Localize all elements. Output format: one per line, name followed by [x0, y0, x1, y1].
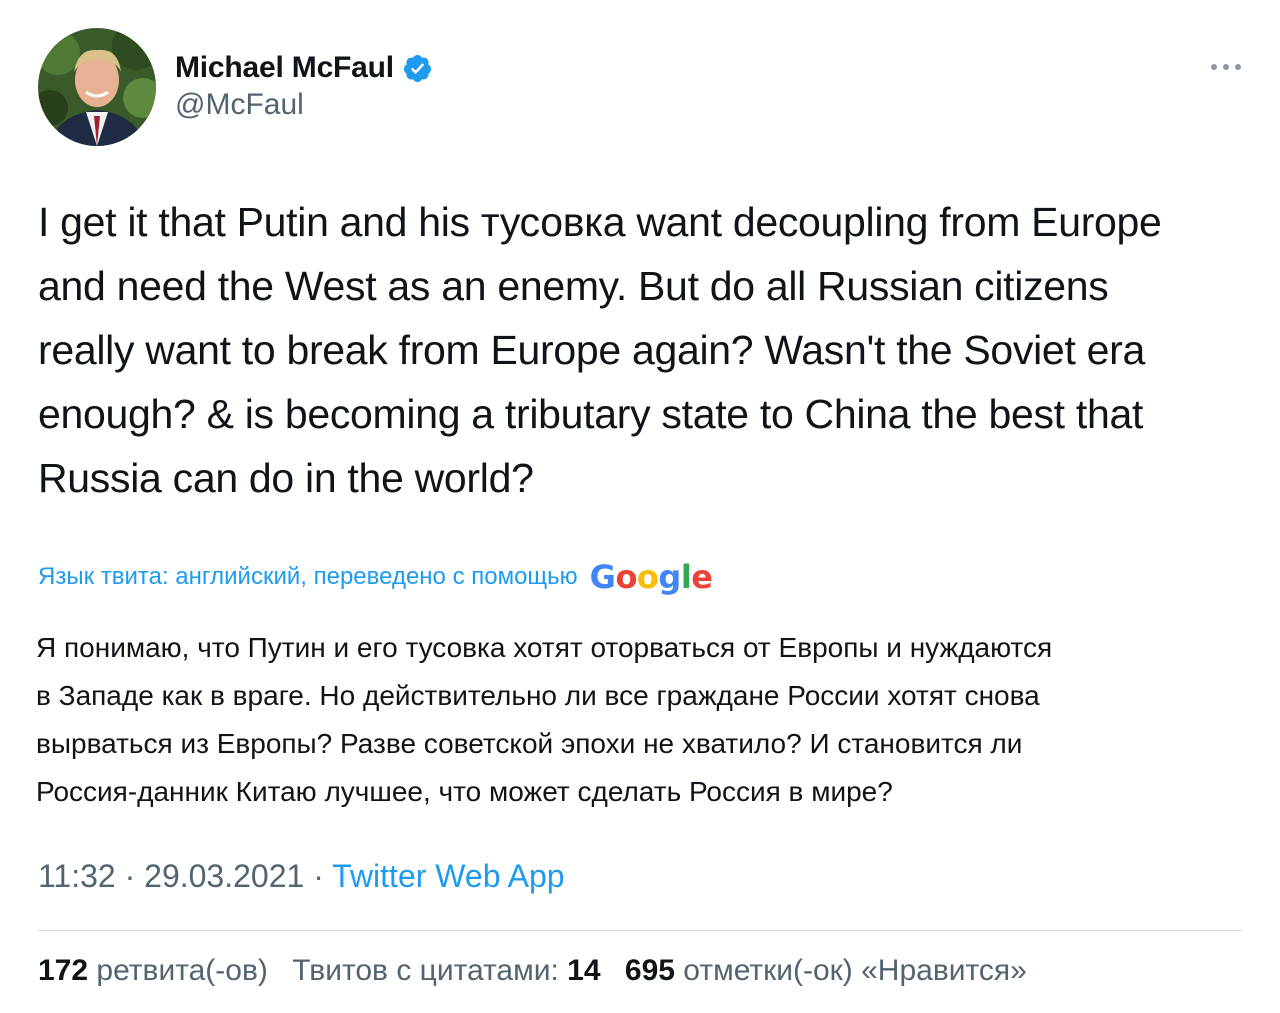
tweet-text-line: Russia can do in the world?	[38, 455, 534, 501]
more-options-button[interactable]	[1208, 54, 1244, 80]
avatar-photo	[38, 28, 156, 146]
author-name-row[interactable]: Michael McFaul	[175, 48, 433, 88]
translated-text-line: Россия-данник Китаю лучшее, что может сд…	[36, 776, 893, 807]
likes-stat[interactable]: 695 отметки(-ок) «Нравится»	[625, 954, 1027, 987]
translated-text-line: вырваться из Европы? Разве советской эпо…	[36, 728, 1023, 759]
tweet-date[interactable]: 29.03.2021	[144, 858, 304, 894]
translated-text-line: Я понимаю, что Путин и его тусовка хотят…	[36, 632, 1053, 663]
tweet-source-link[interactable]: Twitter Web App	[332, 858, 564, 894]
retweets-count: 172	[38, 954, 89, 987]
tweet-text-line: and need the West as an enemy. But do al…	[38, 263, 1109, 309]
tweet-text-line: enough? & is becoming a tributary state …	[38, 391, 1144, 437]
tweet-meta: 11:32 · 29.03.2021 · Twitter Web App	[38, 858, 565, 895]
quotes-stat[interactable]: Твитов с цитатами: 14	[292, 954, 600, 987]
retweets-label: ретвита(-ов)	[96, 954, 268, 987]
author-display-name[interactable]: Michael McFaul	[175, 51, 394, 85]
quotes-label: Твитов с цитатами:	[292, 954, 559, 987]
translated-text: Я понимаю, что Путин и его тусовка хотят…	[36, 624, 1256, 816]
tweet-time[interactable]: 11:32	[38, 858, 116, 894]
avatar[interactable]	[38, 28, 156, 146]
meta-separator: ·	[115, 858, 145, 894]
likes-label: отметки(-ок) «Нравится»	[683, 954, 1027, 987]
likes-count: 695	[624, 954, 675, 987]
translation-info-link[interactable]: Язык твита: английский, переведено с пом…	[38, 563, 578, 591]
google-logo: Google	[589, 558, 713, 596]
retweets-stat[interactable]: 172 ретвита(-ов)	[38, 954, 268, 987]
translated-text-line: в Западе как в враге. Но действительно л…	[36, 680, 1040, 711]
author-handle[interactable]: @McFaul	[175, 88, 304, 122]
stats-divider	[38, 930, 1242, 931]
verified-badge-icon	[402, 53, 433, 84]
translation-note: Язык твита: английский, переведено с пом…	[38, 558, 713, 596]
more-horizontal-icon	[1211, 64, 1241, 70]
tweet-stats: 172 ретвита(-ов) Твитов с цитатами: 14 6…	[38, 954, 1027, 988]
quotes-count: 14	[567, 954, 601, 987]
tweet-text: I get it that Putin and his тусовка want…	[38, 190, 1258, 510]
tweet-text-line: I get it that Putin and his тусовка want…	[38, 199, 1162, 245]
meta-separator: ·	[304, 858, 333, 894]
tweet-text-line: really want to break from Europe again? …	[38, 327, 1145, 373]
